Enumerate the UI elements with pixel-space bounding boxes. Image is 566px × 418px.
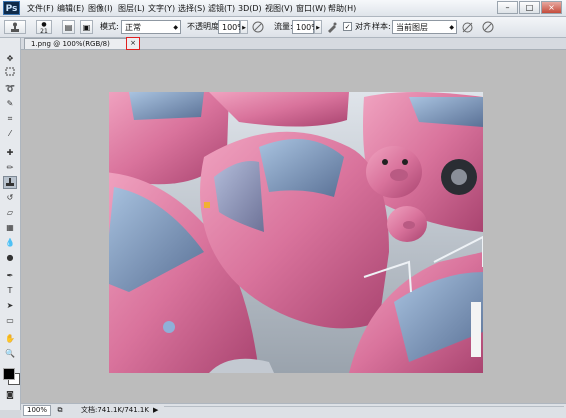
aligned-checkbox[interactable]: ✓ bbox=[343, 22, 352, 31]
menu-help[interactable]: 帮助(H) bbox=[328, 3, 356, 14]
type-tool-icon[interactable]: T bbox=[3, 284, 17, 297]
window-controls: – □ × bbox=[497, 1, 562, 14]
opacity-label: 不透明度: bbox=[187, 22, 222, 31]
menu-window[interactable]: 窗口(W) bbox=[296, 3, 326, 14]
flow-field[interactable]: 100% bbox=[292, 20, 319, 34]
path-select-tool-icon[interactable]: ➤ bbox=[3, 299, 17, 312]
options-bar: ● 21 ▤ ▣ 模式: 正常 ◆ 不透明度: 100% ▶ 流量: 100% ▶… bbox=[0, 17, 566, 38]
menu-select[interactable]: 选择(S) bbox=[178, 3, 205, 14]
history-brush-tool-icon[interactable]: ↺ bbox=[3, 191, 17, 204]
marquee-tool-icon[interactable] bbox=[3, 67, 17, 80]
mode-label: 模式: bbox=[100, 22, 119, 31]
menu-filter[interactable]: 滤镜(T) bbox=[208, 3, 235, 14]
crop-tool-icon[interactable]: ⌗ bbox=[3, 112, 17, 125]
horizontal-scrollbar[interactable] bbox=[164, 406, 564, 416]
clone-source-panel-icon[interactable]: ▤ bbox=[62, 20, 75, 34]
menu-view[interactable]: 视图(V) bbox=[265, 3, 293, 14]
zoom-tool-icon[interactable]: 🔍 bbox=[3, 347, 17, 360]
status-bar: 100% ⧉ 文档:741.1K/741.1K ▶ bbox=[21, 403, 566, 418]
foreground-color-swatch[interactable] bbox=[3, 368, 15, 380]
clone-stamp-preset-icon[interactable] bbox=[4, 20, 26, 34]
opacity-arrow-icon[interactable]: ▶ bbox=[240, 20, 248, 34]
sample-label: 样本: bbox=[372, 22, 391, 31]
maximize-button[interactable]: □ bbox=[519, 1, 540, 14]
menu-bar: Ps 文件(F) 编辑(E) 图像(I) 图层(L) 文字(Y) 选择(S) 滤… bbox=[0, 0, 566, 17]
pressure-opacity-icon[interactable] bbox=[252, 20, 266, 34]
document-tab-title: 1.png @ 100%(RGB/8) bbox=[31, 40, 110, 48]
menu-3d[interactable]: 3D(D) bbox=[238, 3, 262, 14]
eyedropper-tool-icon[interactable]: ⁄ bbox=[3, 127, 17, 140]
dropdown-arrow-icon: ◆ bbox=[449, 24, 454, 31]
sample-select[interactable]: 当前图层 ◆ bbox=[392, 20, 457, 34]
ps-logo: Ps bbox=[3, 1, 20, 15]
document-tab[interactable]: 1.png @ 100%(RGB/8) × bbox=[24, 37, 140, 50]
dodge-tool-icon[interactable]: ● bbox=[3, 251, 17, 264]
toggle-brush-panel-icon[interactable]: ▣ bbox=[80, 20, 93, 34]
color-swatches[interactable] bbox=[3, 368, 20, 385]
menu-layer[interactable]: 图层(L) bbox=[118, 3, 145, 14]
dropdown-arrow-icon: ◆ bbox=[173, 24, 178, 31]
blur-tool-icon[interactable]: 💧 bbox=[3, 236, 17, 249]
tools-panel: ✥ ➰ ✎ ⌗ ⁄ ✚ ✏ ↺ ▱ ▦ 💧 ● ✒ T ➤ ▭ ✋ 🔍 ◙ bbox=[0, 38, 21, 410]
pen-tool-icon[interactable]: ✒ bbox=[3, 269, 17, 282]
status-info-icon[interactable]: ⧉ bbox=[55, 405, 65, 416]
brush-tool-icon[interactable]: ✏ bbox=[3, 161, 17, 174]
opacity-field[interactable]: 100% bbox=[218, 20, 245, 34]
pink-cars-image bbox=[109, 92, 483, 373]
close-window-button[interactable]: × bbox=[541, 1, 562, 14]
menu-file[interactable]: 文件(F) bbox=[27, 3, 54, 14]
status-menu-arrow-icon[interactable]: ▶ bbox=[153, 404, 158, 417]
quick-select-tool-icon[interactable]: ✎ bbox=[3, 97, 17, 110]
brush-size-value: 21 bbox=[40, 28, 48, 35]
clone-stamp-tool-icon[interactable] bbox=[3, 176, 17, 189]
brush-size-picker[interactable]: ● 21 bbox=[36, 20, 52, 35]
shape-tool-icon[interactable]: ▭ bbox=[3, 314, 17, 327]
airbrush-icon[interactable] bbox=[326, 20, 340, 34]
quick-mask-icon[interactable]: ◙ bbox=[3, 388, 17, 401]
document-size-info: 文档:741.1K/741.1K bbox=[81, 406, 149, 414]
lasso-tool-icon[interactable]: ➰ bbox=[3, 82, 17, 95]
zoom-level-field[interactable]: 100% bbox=[23, 405, 51, 416]
brush-dot-icon: ● bbox=[41, 21, 47, 28]
menu-image[interactable]: 图像(I) bbox=[88, 3, 113, 14]
move-tool-icon[interactable]: ✥ bbox=[3, 52, 17, 65]
image-canvas[interactable] bbox=[109, 92, 483, 373]
healing-brush-tool-icon[interactable]: ✚ bbox=[3, 146, 17, 159]
flow-arrow-icon[interactable]: ▶ bbox=[314, 20, 322, 34]
eraser-tool-icon[interactable]: ▱ bbox=[3, 206, 17, 219]
gradient-tool-icon[interactable]: ▦ bbox=[3, 221, 17, 234]
sample-value: 当前图层 bbox=[396, 23, 428, 32]
mode-value: 正常 bbox=[125, 23, 141, 32]
menu-type[interactable]: 文字(Y) bbox=[148, 3, 175, 14]
mode-select[interactable]: 正常 ◆ bbox=[121, 20, 181, 34]
minimize-button[interactable]: – bbox=[497, 1, 518, 14]
ignore-adjustment-layers-icon[interactable] bbox=[462, 20, 474, 34]
pressure-size-icon[interactable] bbox=[482, 20, 496, 34]
document-tab-close-button[interactable]: × bbox=[126, 37, 140, 50]
aligned-label: 对齐 bbox=[355, 22, 371, 31]
flow-label: 流量: bbox=[274, 22, 293, 31]
document-tab-bar: 1.png @ 100%(RGB/8) × bbox=[21, 37, 566, 50]
hand-tool-icon[interactable]: ✋ bbox=[3, 332, 17, 345]
menu-edit[interactable]: 编辑(E) bbox=[57, 3, 84, 14]
